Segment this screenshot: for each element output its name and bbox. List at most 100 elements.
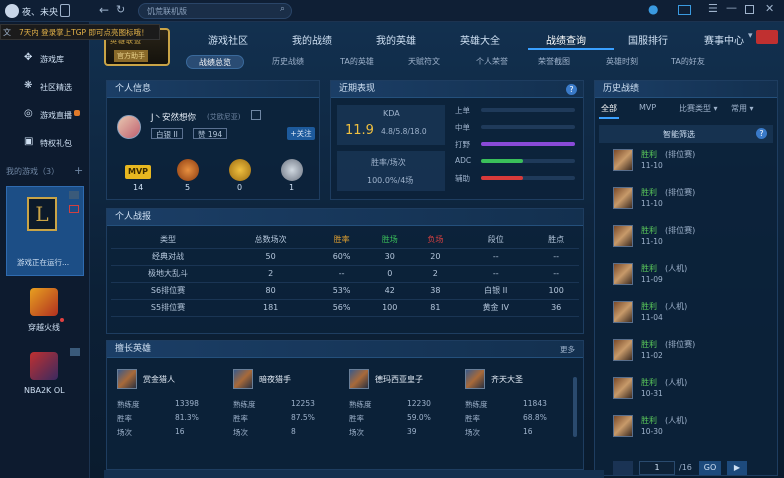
table-cell: 53% — [316, 282, 367, 300]
match-date: 11-04 — [641, 313, 663, 322]
match-date: 11-10 — [641, 237, 663, 246]
maximize-icon[interactable] — [745, 5, 754, 14]
subtab-moments[interactable]: 英雄时刻 — [596, 55, 648, 69]
refresh-icon[interactable]: ↻ — [116, 4, 125, 15]
history-item[interactable]: 胜利 (排位赛) 11-10 — [599, 223, 763, 253]
history-item[interactable]: 胜利 (人机) 10-30 — [599, 413, 763, 443]
hero-card[interactable]: 暗夜猎手 熟练度 12253 胜率 87.5% 场次 8 — [233, 369, 343, 439]
smart-filter-bar[interactable]: 智能筛选 ? — [599, 125, 773, 143]
go-button[interactable]: GO — [699, 461, 721, 475]
mail-icon[interactable] — [678, 5, 691, 15]
event-banner-icon[interactable] — [756, 30, 778, 44]
subtab-ta-heroes[interactable]: TA的英雄 — [332, 55, 382, 69]
table-cell: -- — [458, 265, 534, 283]
champion-icon — [613, 301, 633, 323]
menu-icon[interactable]: ☰ — [708, 3, 718, 14]
game-card-lol[interactable]: L 游戏正在运行... — [6, 186, 84, 276]
tab-my-record[interactable]: 我的战绩 — [292, 32, 332, 47]
match-result: 胜利 — [641, 188, 657, 197]
prev-page-button[interactable] — [613, 461, 633, 475]
add-game-button[interactable]: + — [74, 164, 83, 177]
kda-value: 11.9 — [345, 123, 374, 138]
champion-icon — [613, 377, 633, 399]
copy-icon[interactable] — [251, 110, 261, 120]
dropdown-icon[interactable] — [69, 191, 79, 199]
table-cell: 0 — [366, 265, 413, 283]
history-item[interactable]: 胜利 (人机) 10-31 — [599, 375, 763, 405]
horizontal-scrollbar[interactable] — [104, 470, 604, 478]
quadra-kill-medal-icon — [229, 159, 251, 181]
dropdown-icon[interactable] — [70, 348, 80, 356]
subtab-friends[interactable]: TA的好友 — [662, 55, 714, 69]
role-bar-fill — [481, 159, 524, 163]
back-icon[interactable]: ← — [99, 4, 109, 16]
filter-mvp[interactable]: MVP — [639, 103, 656, 112]
table-cell: -- — [458, 248, 534, 266]
history-item[interactable]: 胜利 (人机) 11-04 — [599, 299, 763, 329]
sidebar-item-label: 特权礼包 — [40, 139, 72, 148]
tab-ranking[interactable]: 国服排行 — [628, 32, 668, 47]
subtab-screenshots[interactable]: 荣誉截图 — [528, 55, 580, 69]
page-input[interactable]: 1 — [639, 461, 675, 475]
more-link[interactable]: 更多 — [560, 344, 575, 355]
nba2k-icon[interactable] — [30, 352, 58, 380]
lol-logo-icon: L — [27, 197, 57, 231]
sidebar-item-community[interactable]: ❋ 社区精选 — [0, 76, 90, 98]
game-label-nba2k[interactable]: NBA2K OL — [24, 386, 65, 395]
table-cell: 100 — [533, 282, 579, 300]
help-icon[interactable]: ? — [756, 128, 767, 139]
filter-common[interactable]: 常用 ▾ — [731, 103, 754, 114]
sidebar-item-live[interactable]: ◎ 游戏直播 — [0, 104, 90, 126]
search-icon[interactable]: ⌕ — [280, 5, 285, 14]
help-icon[interactable]: ? — [566, 84, 577, 95]
follow-button[interactable]: +关注 — [287, 127, 315, 140]
hero-card[interactable]: 齐天大圣 熟练度 11843 胜率 68.8% 场次 16 — [465, 369, 575, 439]
hero-name: 齐天大圣 — [491, 375, 523, 384]
match-date: 11-10 — [641, 161, 663, 170]
close-icon[interactable]: ✕ — [765, 3, 774, 14]
next-page-button[interactable]: ▶ — [727, 461, 747, 475]
avatar[interactable] — [117, 115, 141, 139]
hero-card[interactable]: 德玛西亚皇子 熟练度 12230 胜率 59.0% 场次 39 — [349, 369, 459, 439]
subtab-honor[interactable]: 个人荣誉 — [466, 55, 518, 69]
tab-my-heroes[interactable]: 我的英雄 — [376, 32, 416, 47]
search-input[interactable]: 饥荒联机版 ⌕ — [138, 3, 292, 19]
scrollbar[interactable] — [573, 377, 577, 437]
game-label-crossfire[interactable]: 穿越火线 — [28, 322, 60, 333]
stop-icon[interactable] — [69, 205, 79, 213]
filter-all[interactable]: 全部 — [601, 103, 617, 114]
crossfire-icon[interactable] — [30, 288, 58, 316]
filter-match-type[interactable]: 比赛类型 ▾ — [679, 103, 718, 114]
tab-record-search[interactable]: 战绩查询 — [546, 32, 586, 47]
notice-tooltip: 文 7天内 登录掌上TGP 即可点亮图标哦！ — [0, 24, 160, 40]
tab-events[interactable]: 赛事中心 — [704, 32, 744, 47]
role-label: ADC — [455, 156, 472, 165]
subtab-runes[interactable]: 天赋符文 — [398, 55, 450, 69]
player-name: J丶安然想你 — [151, 113, 197, 123]
history-item[interactable]: 胜利 (人机) 11-09 — [599, 261, 763, 291]
table-header-cell: 胜率 — [316, 231, 367, 249]
sidebar-item-game-library[interactable]: ✥ 游戏库 — [0, 48, 90, 70]
winrate-label: 胜率 — [465, 414, 480, 423]
phone-icon[interactable] — [60, 4, 70, 17]
champion-icon — [613, 225, 633, 247]
subtab-history[interactable]: 历史战绩 — [262, 55, 314, 69]
chevron-down-icon[interactable]: ▾ — [748, 32, 753, 41]
tab-community[interactable]: 游戏社区 — [208, 32, 248, 47]
role-bar — [481, 125, 575, 129]
user-icon[interactable]: ● — [648, 3, 658, 15]
tab-hero-list[interactable]: 英雄大全 — [460, 32, 500, 47]
hero-card[interactable]: 赏金猎人 熟练度 13398 胜率 81.3% 场次 16 — [117, 369, 227, 439]
history-item[interactable]: 胜利 (排位赛) 11-10 — [599, 147, 763, 177]
sidebar-item-gift[interactable]: ▣ 特权礼包 — [0, 132, 90, 154]
history-item[interactable]: 胜利 (排位赛) 11-02 — [599, 337, 763, 367]
community-icon: ❋ — [24, 80, 33, 91]
history-item[interactable]: 胜利 (排位赛) 11-10 — [599, 185, 763, 215]
user-avatar[interactable] — [5, 4, 19, 18]
user-name[interactable]: 夜、未央 — [22, 5, 58, 18]
minimize-icon[interactable]: — — [726, 2, 737, 13]
search-placeholder: 饥荒联机版 — [147, 7, 187, 16]
subtab-overview[interactable]: 战绩总览 — [186, 55, 244, 69]
server-name: (艾欧尼亚) — [207, 113, 241, 121]
rank-badge: 白银 II — [151, 128, 183, 139]
